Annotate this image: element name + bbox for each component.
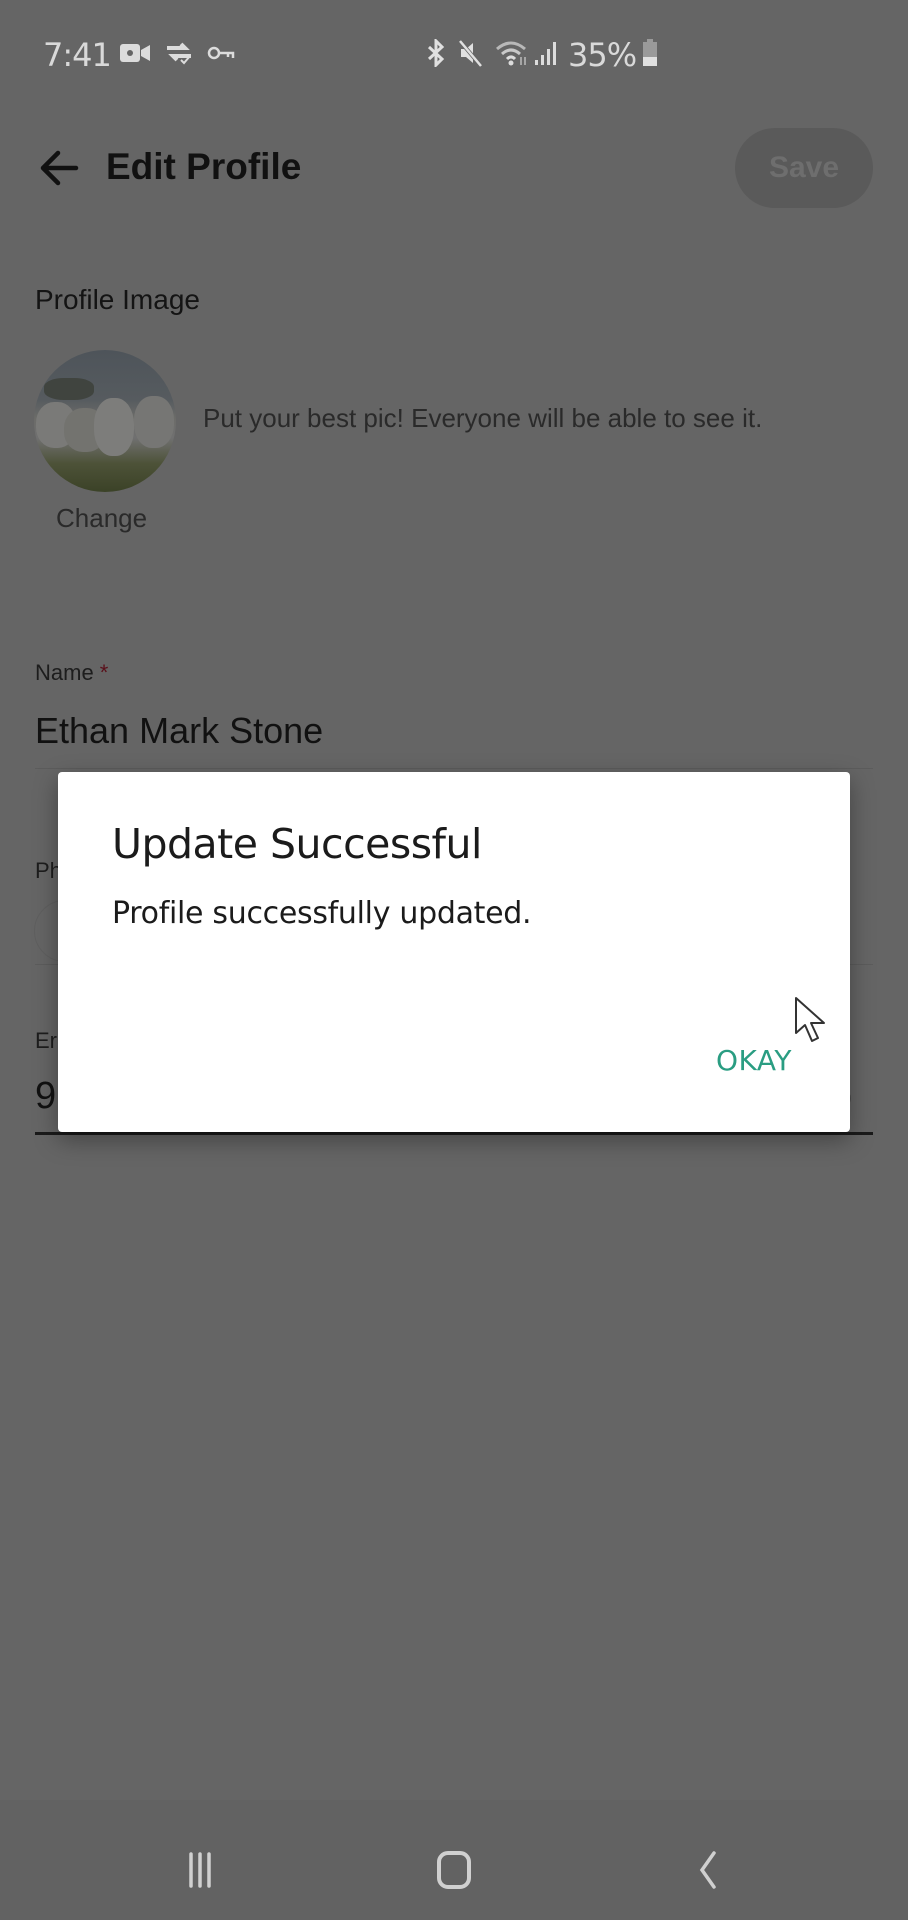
video-camera-icon bbox=[118, 40, 152, 66]
dialog-title: Update Successful bbox=[112, 820, 482, 868]
sync-check-icon bbox=[162, 40, 196, 66]
status-time: 7:41 bbox=[43, 36, 112, 74]
okay-button[interactable]: OKAY bbox=[716, 1044, 792, 1077]
name-label-text: Name bbox=[35, 660, 94, 685]
battery-percent: 35% bbox=[568, 36, 637, 74]
mouse-cursor-icon bbox=[793, 995, 829, 1045]
name-divider bbox=[35, 768, 873, 769]
change-photo-link[interactable]: Change bbox=[56, 503, 147, 534]
back-nav-button[interactable] bbox=[678, 1845, 738, 1895]
recent-apps-icon bbox=[189, 1852, 211, 1888]
required-mark: * bbox=[99, 660, 109, 685]
email-label: Er bbox=[35, 1028, 57, 1053]
vpn-key-icon bbox=[206, 40, 236, 66]
wifi-icon bbox=[494, 40, 530, 66]
home-button[interactable] bbox=[424, 1845, 484, 1895]
recent-apps-button[interactable] bbox=[170, 1845, 230, 1895]
battery-icon bbox=[640, 39, 660, 66]
profile-image-hint: Put your best pic! Everyone will be able… bbox=[203, 403, 763, 433]
email-underline bbox=[35, 1132, 873, 1135]
signal-icon bbox=[532, 40, 560, 66]
bluetooth-icon bbox=[424, 39, 448, 67]
page-title: Edit Profile bbox=[106, 146, 302, 187]
name-label: Name * bbox=[35, 660, 108, 686]
mute-icon bbox=[456, 39, 484, 67]
back-arrow-icon[interactable] bbox=[36, 146, 84, 190]
update-success-dialog: Update Successful Profile successfully u… bbox=[58, 772, 850, 1132]
home-icon bbox=[437, 1851, 471, 1889]
save-button[interactable]: Save bbox=[735, 128, 873, 208]
status-bar: 7:41 35% bbox=[0, 0, 908, 110]
name-input[interactable]: Ethan Mark Stone bbox=[35, 710, 323, 752]
profile-image-label: Profile Image bbox=[35, 284, 200, 315]
dialog-message: Profile successfully updated. bbox=[112, 896, 532, 931]
system-nav-bar bbox=[0, 1800, 908, 1920]
avatar[interactable] bbox=[34, 350, 176, 492]
back-nav-icon bbox=[699, 1851, 716, 1889]
email-input[interactable]: 9 bbox=[35, 1075, 56, 1118]
